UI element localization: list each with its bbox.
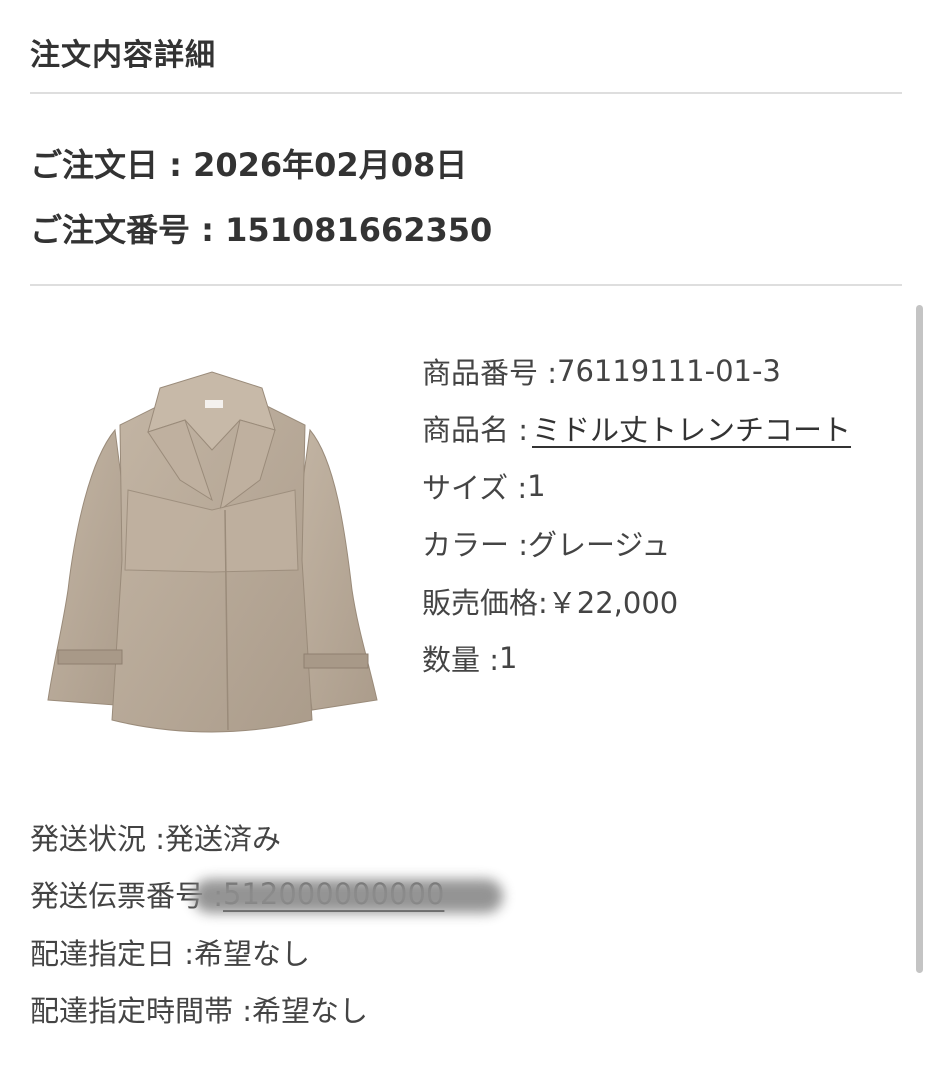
divider xyxy=(30,284,902,286)
product-name-link[interactable]: ミドル丈トレンチコート xyxy=(532,407,857,449)
product-price-value: ￥22,000 xyxy=(547,585,679,620)
product-code-value: 76119111-01-3 xyxy=(557,353,781,388)
delivery-time-label: 配達指定時間帯 : xyxy=(30,994,252,1029)
product-name-label: 商品名 : xyxy=(422,413,528,448)
tracking-number-row: 発送伝票番号 : 512000000000 xyxy=(30,866,503,924)
order-number: ご注文番号 : 151081662350 xyxy=(30,205,492,251)
product-color-label: カラー : xyxy=(422,528,528,563)
product-code-row: 商品番号 : 76119111-01-3 xyxy=(422,342,857,400)
product-size-row: サイズ : 1 xyxy=(422,457,857,515)
shipping-details: 発送状況 : 発送済み 発送伝票番号 : 512000000000 配達指定日 … xyxy=(30,808,503,1039)
product-quantity-value: 1 xyxy=(499,641,518,676)
product-price-label: 販売価格: xyxy=(422,585,548,620)
order-number-label: ご注文番号 : xyxy=(30,211,226,249)
redaction-blur xyxy=(193,879,503,914)
order-date-value: 2026年02月08日 xyxy=(193,146,468,184)
product-quantity-row: 数量 : 1 xyxy=(422,630,857,688)
delivery-date-label: 配達指定日 : xyxy=(30,936,194,971)
delivery-time-row: 配達指定時間帯 : 希望なし xyxy=(30,981,444,1039)
product-color-value: グレージュ xyxy=(528,528,671,563)
trench-coat-illustration xyxy=(47,371,378,733)
order-date: ご注文日 : 2026年02月08日 xyxy=(30,140,467,186)
product-size-label: サイズ : xyxy=(422,470,528,505)
order-detail-page: 注文内容詳細 ご注文日 : 2026年02月08日 ご注文番号 : 151081… xyxy=(0,0,931,1080)
shipping-status-row: 発送状況 : 発送済み xyxy=(30,808,444,866)
product-name-row: 商品名 : ミドル丈トレンチコート xyxy=(422,400,857,458)
product-quantity-label: 数量 : xyxy=(422,643,499,678)
product-color-row: カラー : グレージュ xyxy=(422,515,857,573)
product-size-value: 1 xyxy=(527,468,546,503)
delivery-time-value: 希望なし xyxy=(252,994,369,1029)
delivery-date-row: 配達指定日 : 希望なし xyxy=(30,923,444,981)
shipping-status-value: 発送済み xyxy=(165,821,282,856)
vertical-scrollbar[interactable] xyxy=(916,305,923,973)
product-code-label: 商品番号 : xyxy=(422,355,557,390)
section-title: 注文内容詳細 xyxy=(30,38,216,73)
shipping-status-label: 発送状況 : xyxy=(30,821,165,856)
product-price-row: 販売価格: ￥22,000 xyxy=(422,572,857,630)
order-date-label: ご注文日 : xyxy=(30,146,194,184)
product-image[interactable] xyxy=(40,360,385,745)
tracking-number-link[interactable]: 512000000000 xyxy=(193,877,503,914)
delivery-date-value: 希望なし xyxy=(194,936,311,971)
divider xyxy=(30,92,902,94)
product-details: 商品番号 : 76119111-01-3 商品名 : ミドル丈トレンチコート サ… xyxy=(422,342,857,687)
order-number-value: 151081662350 xyxy=(225,211,493,249)
